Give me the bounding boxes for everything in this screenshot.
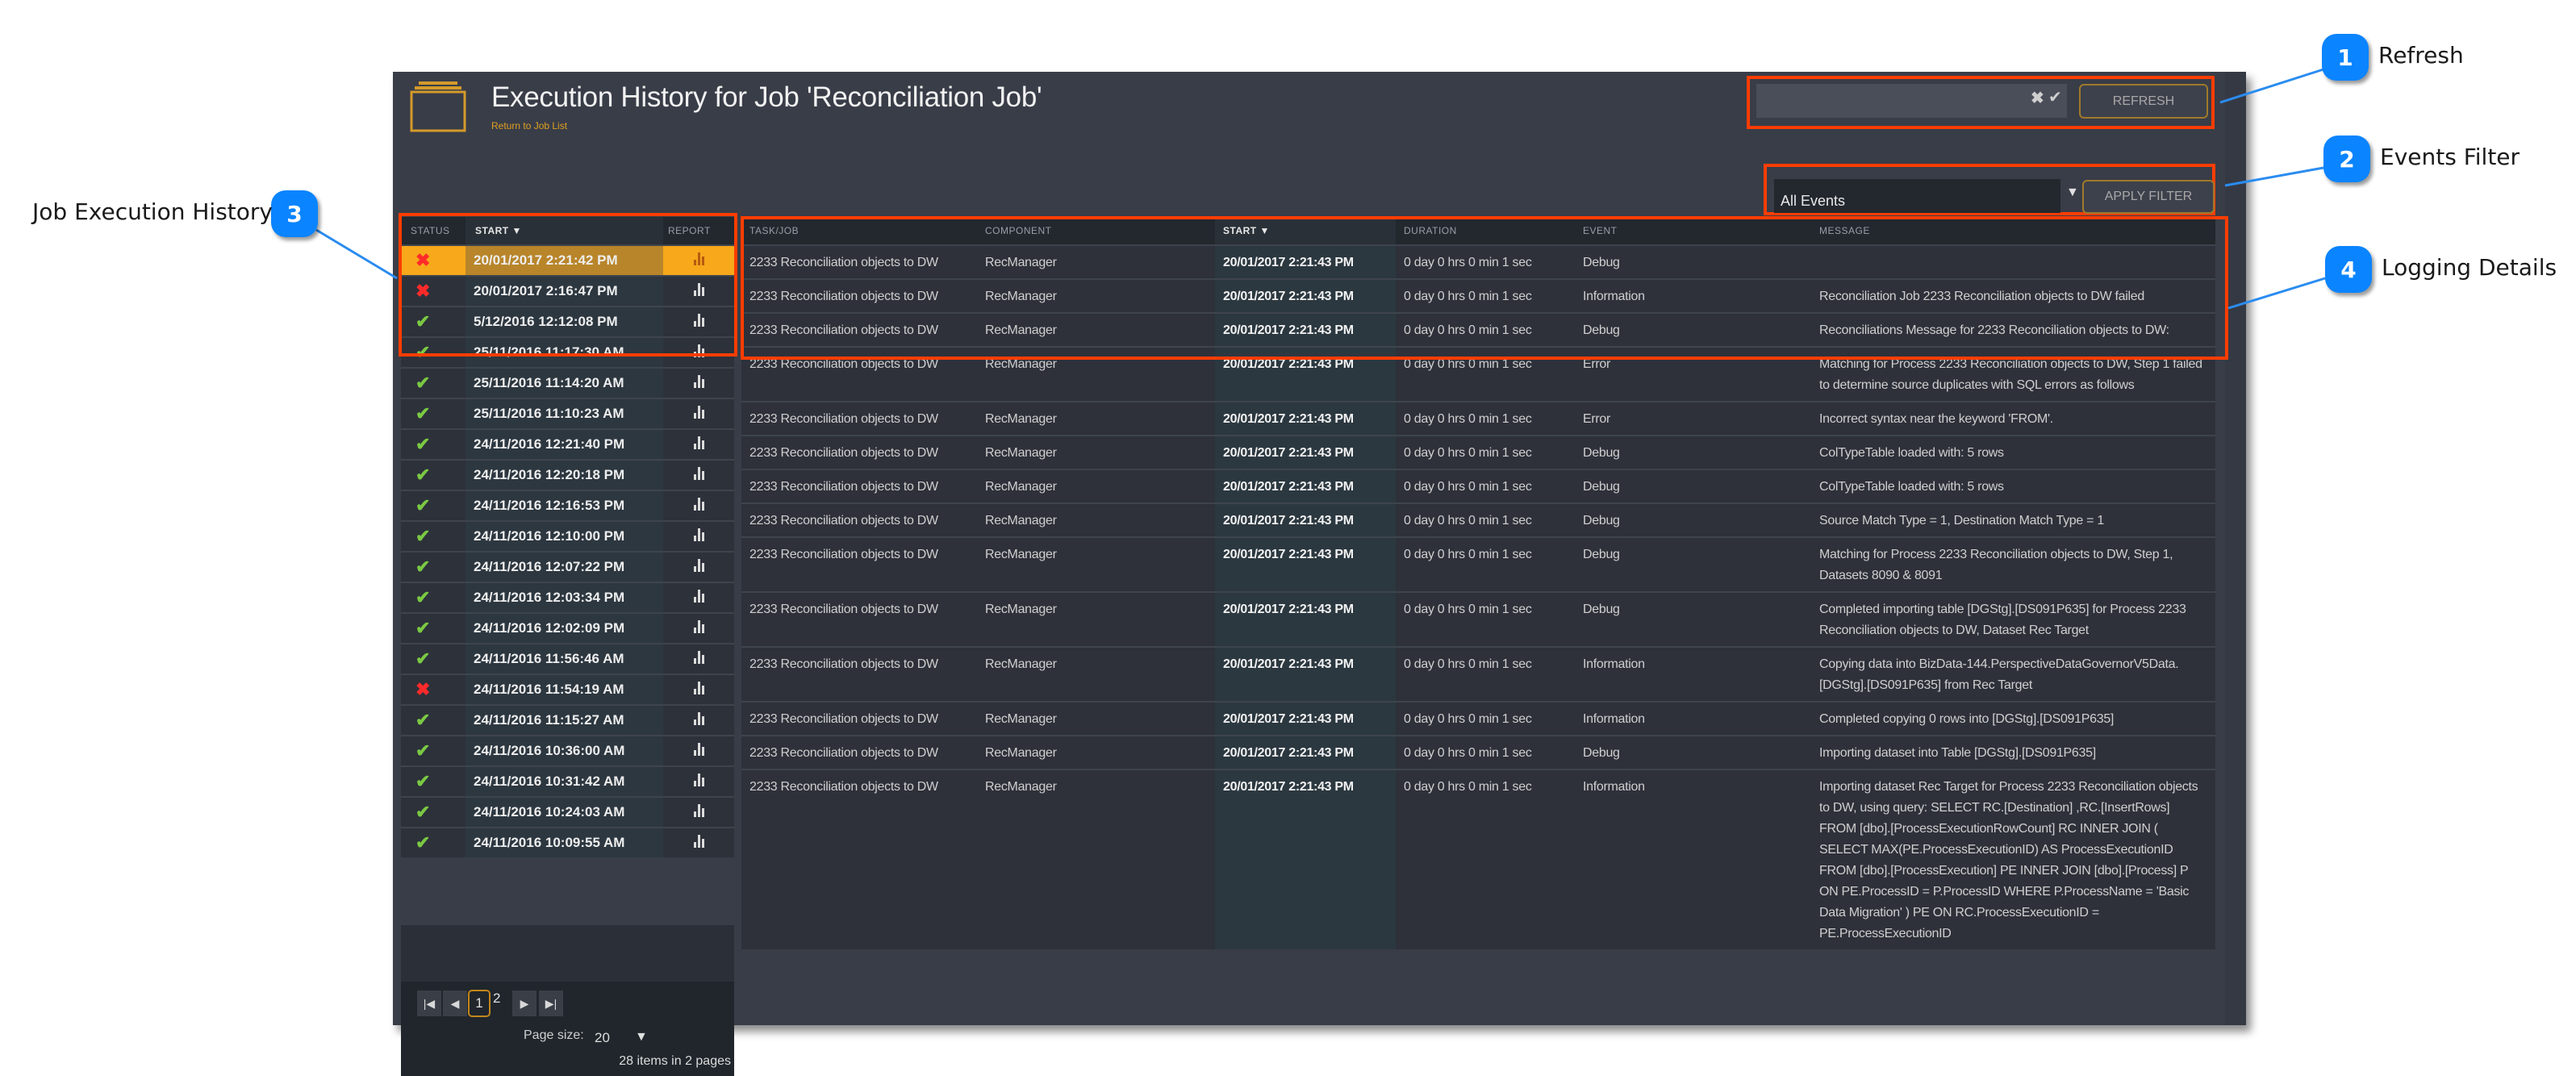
items-count-info: 28 items in 2 pages [619, 1054, 731, 1068]
callout-label-refresh: Refresh [2378, 42, 2464, 69]
callout-badge-3: 3 [271, 190, 318, 237]
callout-label-logging-details: Logging Details [2382, 254, 2557, 281]
leader-line-4 [2227, 277, 2326, 310]
callout-badge-1: 1 [2322, 34, 2369, 81]
callout-label-job-execution-history: Job Execution History [32, 198, 273, 225]
leader-line-2 [2224, 166, 2324, 187]
leader-line-3 [315, 228, 398, 280]
callout-badge-2: 2 [2323, 136, 2370, 182]
callout-leader-lines [315, 68, 2326, 310]
callout-badge-4: 4 [2325, 246, 2372, 293]
leader-line-1 [2219, 68, 2324, 104]
callout-label-events-filter: Events Filter [2380, 144, 2520, 170]
